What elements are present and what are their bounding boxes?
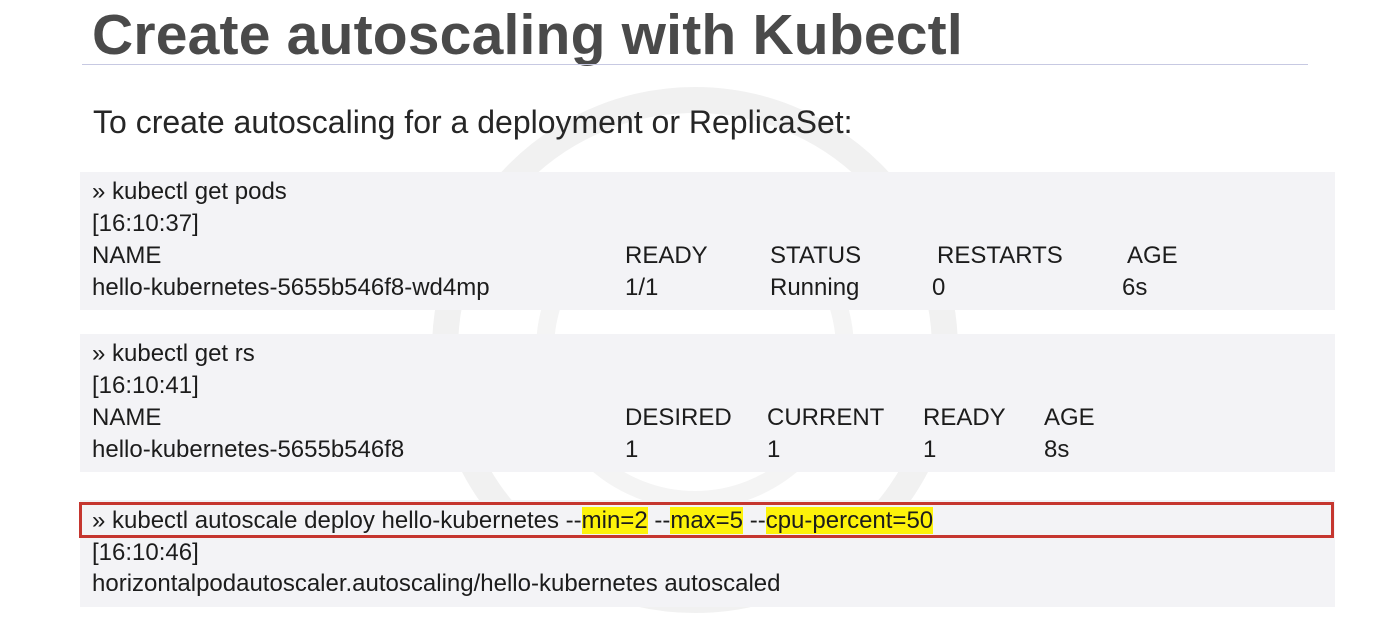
pods-row-age: 6s bbox=[1122, 274, 1148, 301]
pods-row-ready: 1/1 bbox=[625, 274, 659, 301]
rs-timestamp: [16:10:41] bbox=[92, 372, 199, 399]
title-divider bbox=[82, 64, 1308, 65]
rs-header-current: CURRENT bbox=[767, 404, 885, 431]
autoscale-timestamp: [16:10:46] bbox=[92, 539, 199, 566]
pods-header-ready: READY bbox=[625, 242, 708, 269]
rs-header-name: NAME bbox=[92, 404, 162, 431]
rs-row-age: 8s bbox=[1044, 436, 1070, 463]
pods-header-age: AGE bbox=[1127, 242, 1178, 269]
slide: Create autoscaling with Kubectl To creat… bbox=[0, 0, 1400, 620]
page-title: Create autoscaling with Kubectl bbox=[92, 3, 963, 67]
rs-row-desired: 1 bbox=[625, 436, 639, 463]
pods-timestamp: [16:10:37] bbox=[92, 210, 199, 237]
pods-header-restarts: RESTARTS bbox=[937, 242, 1063, 269]
rs-header-ready: READY bbox=[923, 404, 1006, 431]
rs-row-name: hello-kubernetes-5655b546f8 bbox=[92, 436, 405, 463]
rs-output-block: » kubectl get rs [16:10:41] NAME DESIRED… bbox=[80, 334, 1335, 472]
rs-header-desired: DESIRED bbox=[625, 404, 732, 431]
pods-output-block: » kubectl get pods [16:10:37] NAME READY… bbox=[80, 172, 1335, 310]
rs-command: » kubectl get rs bbox=[92, 340, 255, 367]
autoscale-output: horizontalpodautoscaler.autoscaling/hell… bbox=[92, 570, 781, 597]
pods-header-status: STATUS bbox=[770, 242, 862, 269]
command-highlight-box bbox=[79, 502, 1334, 538]
pods-row-status: Running bbox=[770, 274, 860, 301]
rs-header-age: AGE bbox=[1044, 404, 1095, 431]
rs-row-current: 1 bbox=[767, 436, 781, 463]
pods-command: » kubectl get pods bbox=[92, 178, 287, 205]
intro-text: To create autoscaling for a deployment o… bbox=[93, 104, 853, 140]
pods-row-restarts: 0 bbox=[932, 274, 946, 301]
pods-row-name: hello-kubernetes-5655b546f8-wd4mp bbox=[92, 274, 490, 301]
pods-header-name: NAME bbox=[92, 242, 162, 269]
rs-row-ready: 1 bbox=[923, 436, 937, 463]
